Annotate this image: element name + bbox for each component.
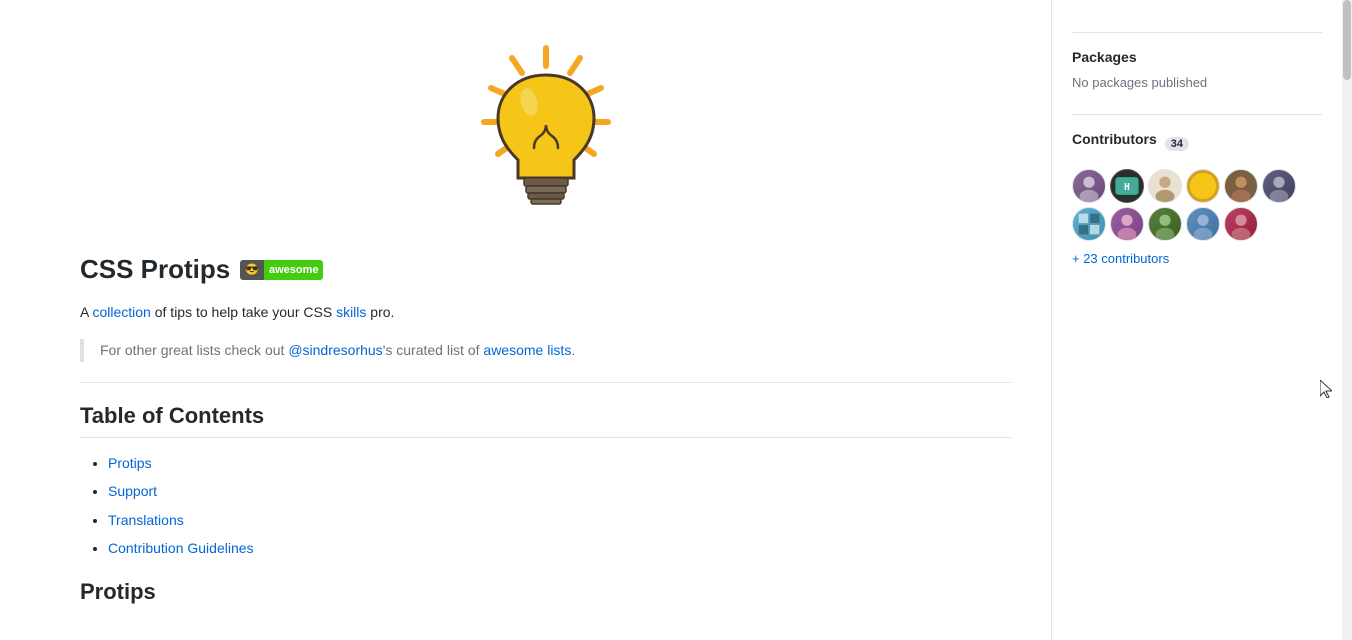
more-contributors-link[interactable]: + 23 contributors — [1072, 251, 1322, 266]
avatar-9[interactable] — [1148, 207, 1182, 241]
avatar-7[interactable] — [1072, 207, 1106, 241]
description: A collection of tips to help take your C… — [80, 301, 1011, 323]
contributors-section: Contributors 34 H — [1072, 131, 1322, 266]
toc-link-contribution[interactable]: Contribution Guidelines — [108, 540, 254, 556]
toc-item-translations: Translations — [108, 509, 1011, 531]
contributors-header: Contributors 34 — [1072, 131, 1322, 157]
page-title: CSS Protips — [80, 254, 230, 285]
toc-heading: Table of Contents — [80, 403, 1011, 438]
toc-link-support[interactable]: Support — [108, 483, 157, 499]
toc-item-support: Support — [108, 480, 1011, 502]
contributors-count: 34 — [1165, 137, 1189, 151]
avatar-1[interactable] — [1072, 169, 1106, 203]
sidebar: Packages No packages published Contribut… — [1052, 0, 1342, 640]
divider-1 — [80, 382, 1011, 383]
toc-link-translations[interactable]: Translations — [108, 512, 184, 528]
protips-heading: Protips — [80, 579, 1011, 605]
avatar-2[interactable]: H — [1110, 169, 1144, 203]
avatar-11[interactable] — [1224, 207, 1258, 241]
avatar-10[interactable] — [1186, 207, 1220, 241]
toc-list: Protips Support Translations Contributio… — [80, 452, 1011, 560]
avatar-6[interactable] — [1262, 169, 1296, 203]
contributors-title: Contributors — [1072, 131, 1157, 147]
awesome-lists-link[interactable]: awesome lists — [483, 342, 571, 358]
skills-link[interactable]: skills — [336, 304, 366, 320]
badge-left: 😎 — [240, 260, 264, 280]
avatar-3[interactable] — [1148, 169, 1182, 203]
packages-section: Packages No packages published — [1072, 49, 1322, 90]
avatar-4[interactable] — [1186, 169, 1220, 203]
sidebar-mid-divider — [1072, 114, 1322, 115]
scrollbar[interactable] — [1342, 0, 1352, 640]
toc-item-protips: Protips — [108, 452, 1011, 474]
blockquote: For other great lists check out @sindres… — [80, 339, 1011, 361]
title-row: CSS Protips 😎 awesome — [80, 254, 1011, 285]
hero-image — [80, 30, 1011, 230]
packages-empty: No packages published — [1072, 75, 1322, 90]
packages-title: Packages — [1072, 49, 1322, 65]
badge-container: 😎 awesome — [240, 260, 323, 280]
lightbulb-icon — [446, 30, 646, 230]
scrollbar-thumb[interactable] — [1343, 0, 1351, 80]
sidebar-top-divider — [1072, 32, 1322, 33]
toc-item-contribution: Contribution Guidelines — [108, 537, 1011, 559]
avatars-grid: H — [1072, 169, 1322, 241]
sindresorhus-link[interactable]: @sindresorhus — [288, 342, 382, 358]
svg-text:H: H — [1124, 182, 1130, 193]
main-content: CSS Protips 😎 awesome A collection of ti… — [0, 0, 1052, 640]
badge-right: awesome — [264, 260, 324, 280]
toc-link-protips[interactable]: Protips — [108, 455, 152, 471]
avatar-8[interactable] — [1110, 207, 1144, 241]
collection-link[interactable]: collection — [92, 304, 150, 320]
avatar-5[interactable] — [1224, 169, 1258, 203]
